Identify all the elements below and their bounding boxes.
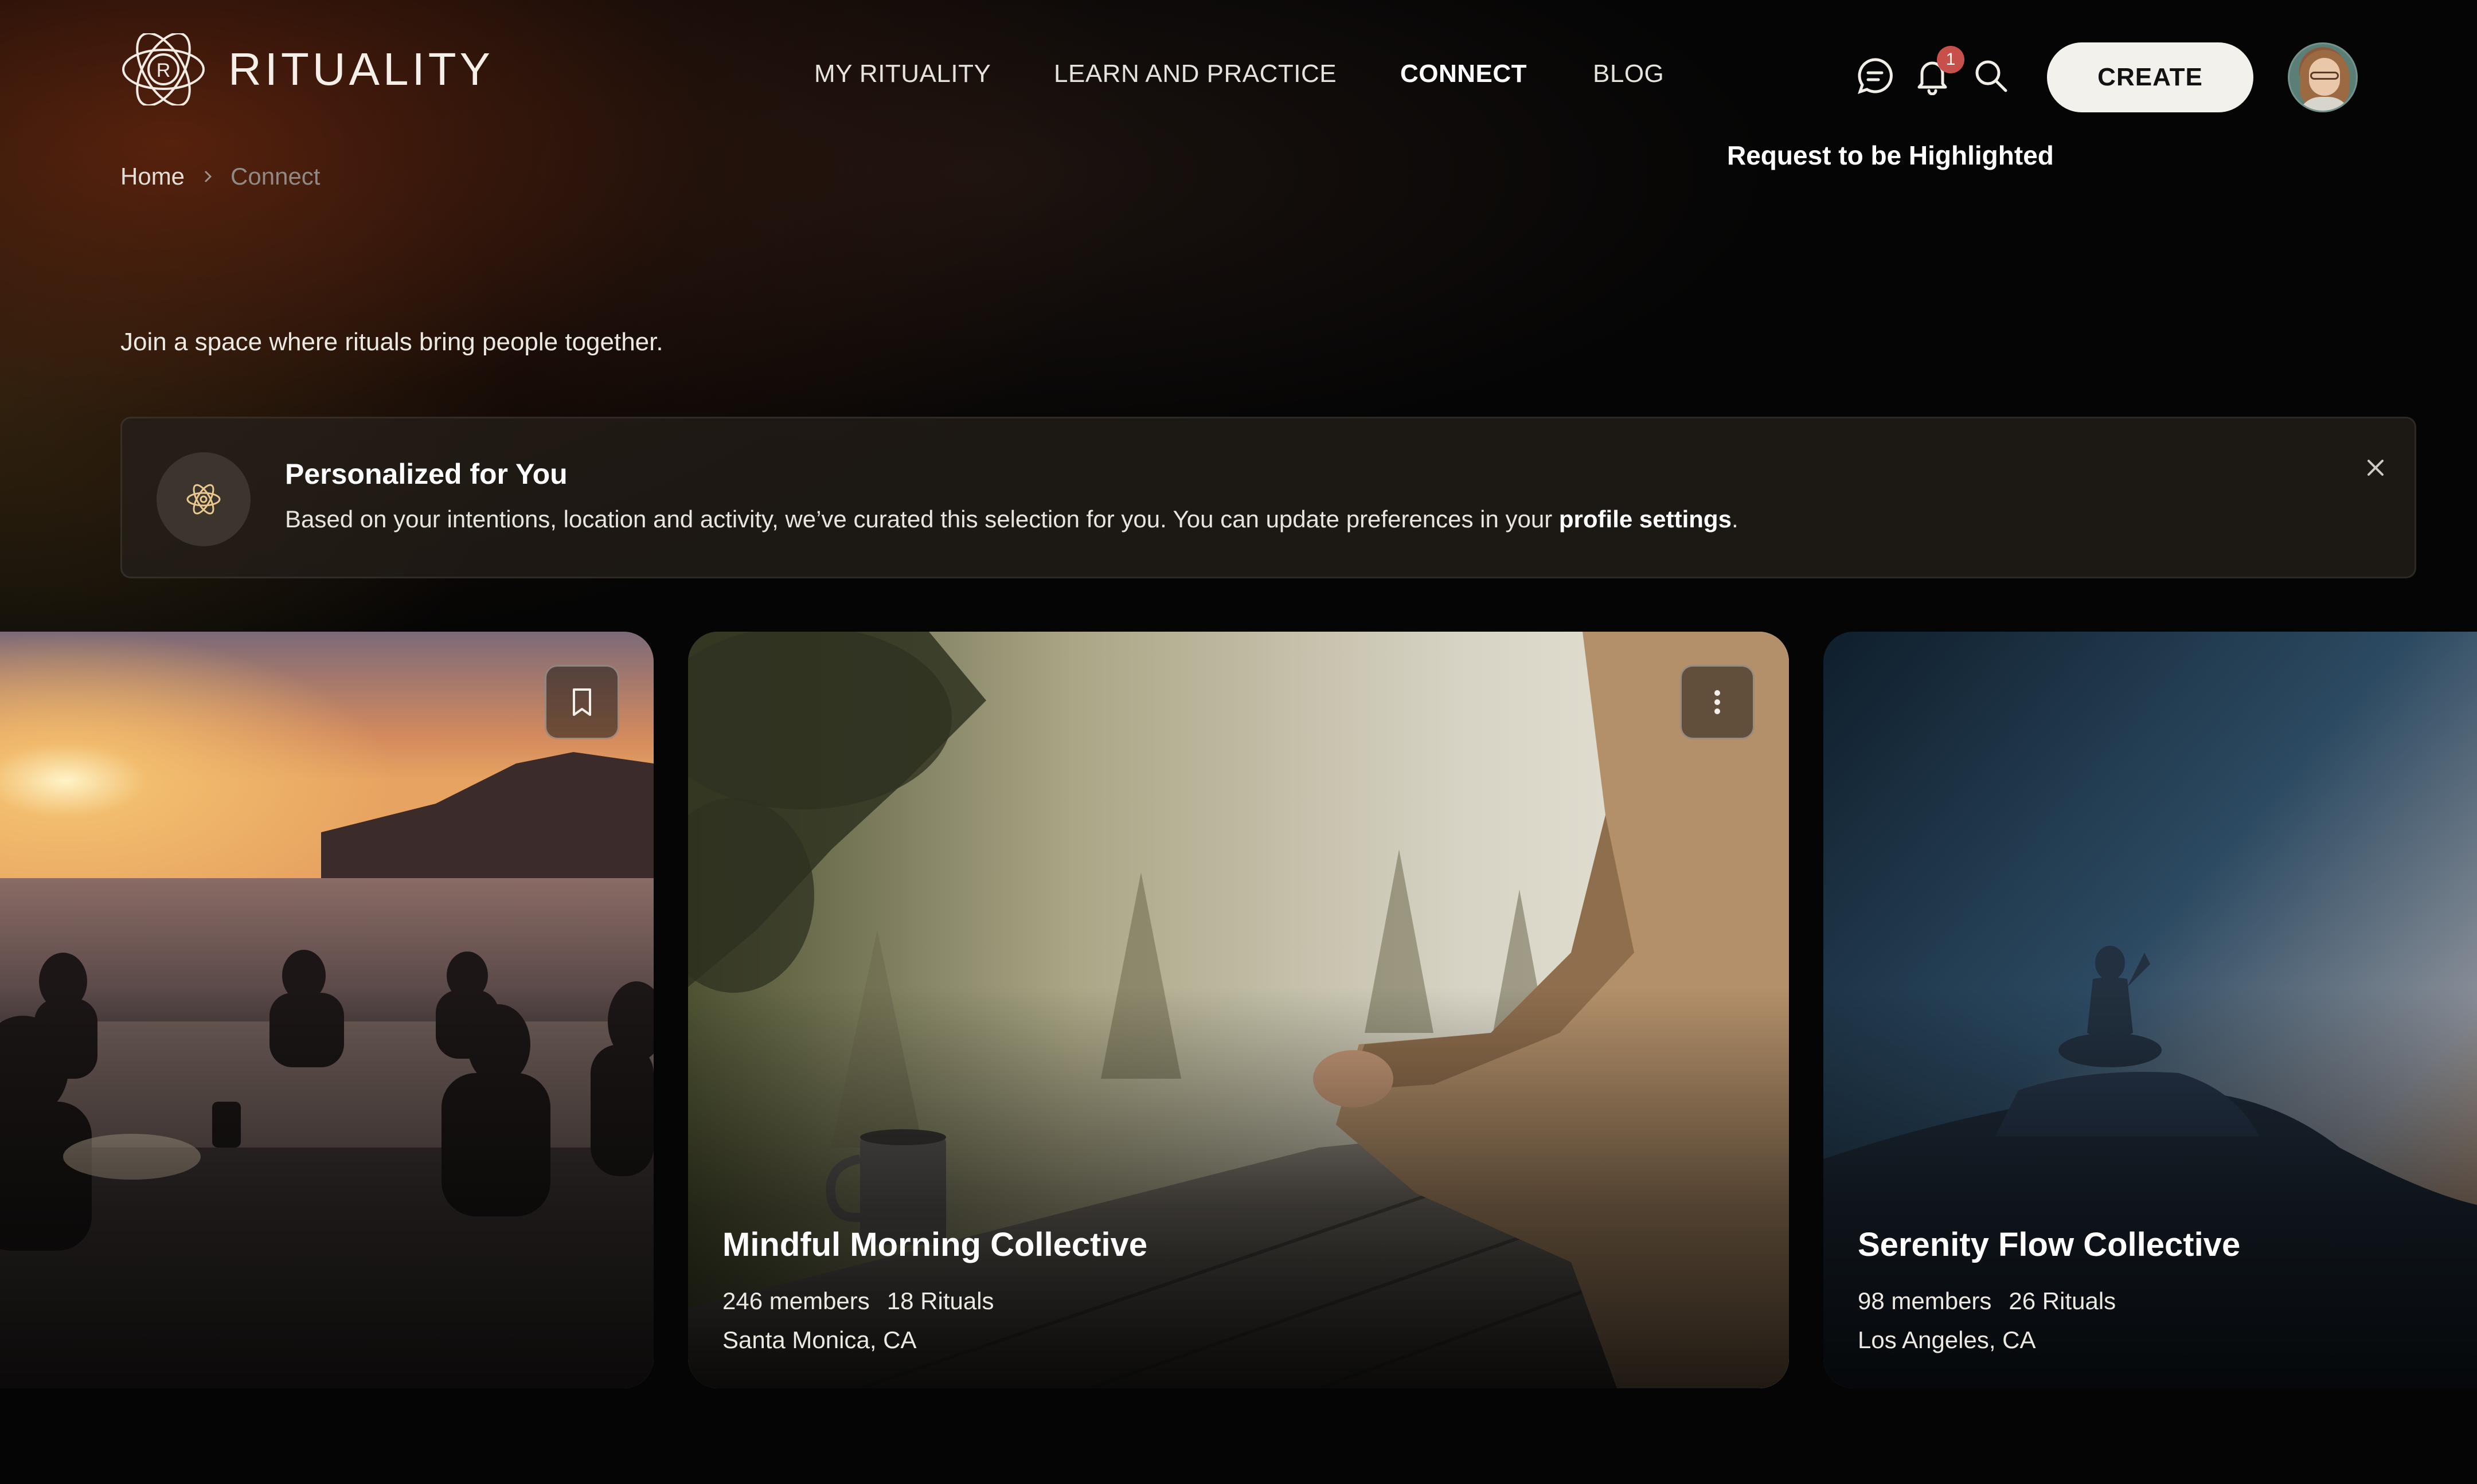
notification-badge: 1 <box>1937 46 1964 73</box>
logo-letter: R <box>157 60 171 81</box>
chat-icon[interactable] <box>1855 56 1894 95</box>
community-card[interactable]: e <box>0 632 654 1388</box>
banner-title: Personalized for You <box>285 458 568 490</box>
card-shade <box>0 987 654 1388</box>
breadcrumb-home[interactable]: Home <box>120 163 185 190</box>
member-count: 98 members <box>1858 1287 1992 1314</box>
brand-name: RITUALITY <box>228 44 494 95</box>
search-icon[interactable] <box>1971 56 2010 95</box>
member-count: 246 members <box>722 1287 870 1314</box>
card-meta: 98 members 26 Rituals <box>1858 1287 2116 1315</box>
avatar[interactable] <box>2288 42 2358 112</box>
chevron-right-icon <box>204 170 212 183</box>
close-icon[interactable] <box>2358 451 2393 485</box>
logo-mark-icon: R <box>122 33 205 105</box>
community-card[interactable]: Mindful Morning Collective 246 members 18… <box>688 632 1789 1388</box>
card-location: Los Angeles, CA <box>1858 1326 2036 1353</box>
page-tagline: Join a space where rituals bring people … <box>120 328 663 356</box>
nav-blog[interactable]: BLOG <box>1593 60 1664 88</box>
breadcrumb-current: Connect <box>230 163 321 190</box>
card-meta: 246 members 18 Rituals <box>722 1287 994 1315</box>
profile-settings-link[interactable]: profile settings <box>1559 506 1732 532</box>
nav-connect[interactable]: CONNECT <box>1400 60 1527 88</box>
breadcrumb: Home Connect <box>120 163 320 190</box>
card-location: Santa Monica, CA <box>722 1326 917 1353</box>
brand-logo[interactable]: R RITUALITY <box>119 33 494 105</box>
nav-my-rituality[interactable]: MY RITUALITY <box>814 60 991 88</box>
ritual-count: 26 Rituals <box>2009 1287 2116 1314</box>
bookmark-icon[interactable] <box>545 665 619 739</box>
banner-text: Based on your intentions, location and a… <box>285 506 1738 532</box>
request-highlight-link[interactable]: Request to be Highlighted <box>1727 140 2054 171</box>
atom-icon <box>157 452 251 546</box>
nav-learn-and-practice[interactable]: LEARN AND PRACTICE <box>1054 60 1337 88</box>
card-title: Mindful Morning Collective <box>722 1226 1148 1263</box>
more-vertical-icon[interactable] <box>1680 665 1755 739</box>
create-button[interactable]: CREATE <box>2047 42 2253 112</box>
community-card[interactable]: Serenity Flow Collective 98 members 26 Ri… <box>1823 632 2477 1388</box>
card-title: Serenity Flow Collective <box>1858 1226 2241 1263</box>
ritual-count: 18 Rituals <box>886 1287 994 1314</box>
personalized-banner: Personalized for You Based on your inten… <box>120 417 2416 578</box>
